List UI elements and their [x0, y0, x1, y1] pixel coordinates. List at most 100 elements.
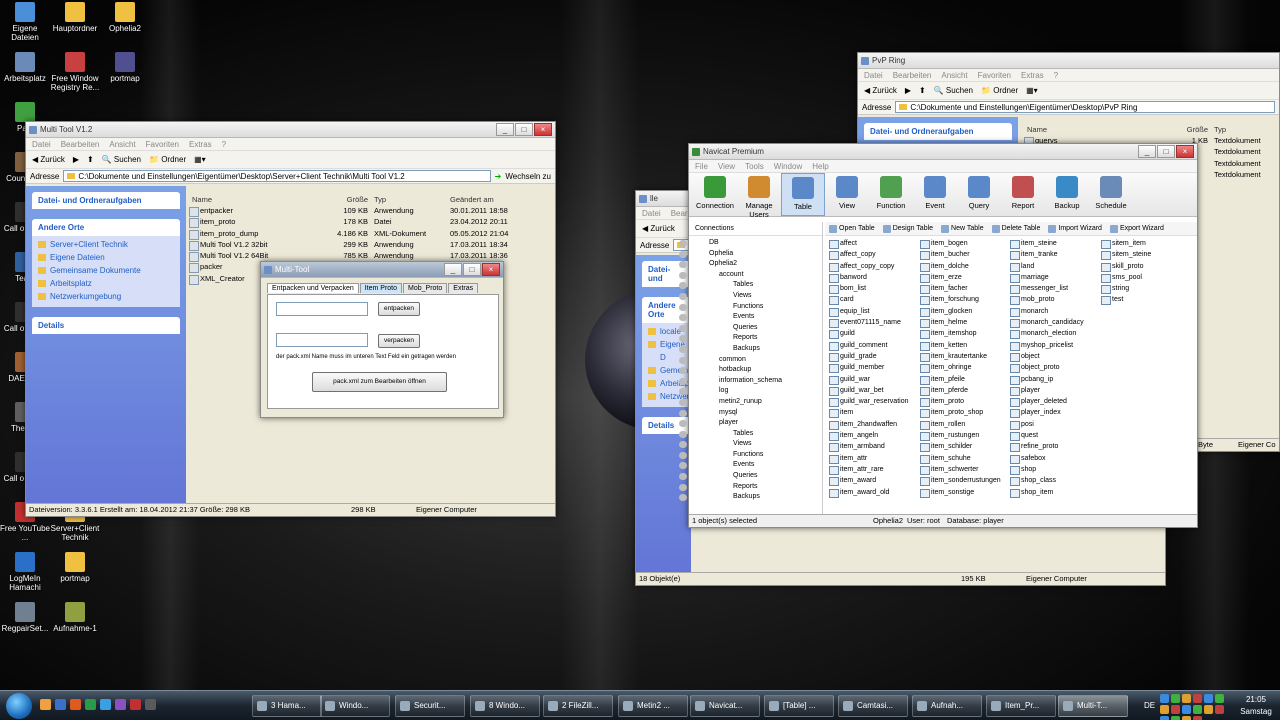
table-item[interactable]: monarch_candidacy: [1010, 317, 1084, 329]
tree-node[interactable]: Views: [679, 439, 819, 450]
navicat-window[interactable]: Navicat Premium _ □ × File View Tools Window H…: [679, 143, 1198, 528]
tree-node[interactable]: account: [679, 270, 819, 281]
table-item[interactable]: posi: [1010, 419, 1084, 431]
maximize-button[interactable]: □: [463, 263, 481, 276]
search-button[interactable]: 🔍 Suchen: [934, 86, 973, 95]
toolbar-button[interactable]: Query: [957, 173, 1001, 216]
table-item[interactable]: myshop_pricelist: [1010, 340, 1084, 351]
tray-icon[interactable]: [1160, 716, 1169, 720]
table-item[interactable]: marriage: [1010, 272, 1084, 284]
tray-icon[interactable]: [1193, 716, 1202, 720]
table-item[interactable]: string: [1101, 283, 1151, 295]
table-item[interactable]: test: [1101, 294, 1151, 306]
tray-icon[interactable]: [1182, 694, 1191, 703]
table-item[interactable]: affect_copy_copy: [829, 261, 908, 272]
maximize-button[interactable]: □: [515, 123, 533, 136]
place-link[interactable]: Gemeinsame Dokumente: [38, 264, 174, 277]
table-item[interactable]: item_ohringe: [920, 362, 1001, 374]
toolbar-button[interactable]: Manage Users: [737, 173, 781, 219]
minimize-button[interactable]: _: [496, 123, 514, 136]
desktop-icon[interactable]: LogMeIn Hamachi: [0, 552, 50, 592]
table-item[interactable]: bom_list: [829, 283, 908, 295]
menu-item[interactable]: Extras: [1021, 69, 1044, 81]
table-item[interactable]: item_armband: [829, 441, 908, 453]
table-item[interactable]: item_rustungen: [920, 430, 1001, 442]
dialog-tab[interactable]: Mob_Proto: [403, 283, 448, 293]
file-row[interactable]: Multi Tool V1.2 64Bit 785 KB Anwendung 17.0…: [188, 250, 553, 263]
menu-item[interactable]: Bearbeiten: [893, 69, 932, 81]
taskbar-button[interactable]: Item_Pr...: [986, 695, 1056, 717]
dialog-tab[interactable]: Extras: [448, 283, 479, 293]
task-pane-title[interactable]: Datei- und Ordneraufgaben: [32, 192, 180, 209]
tree-node[interactable]: Tables: [679, 280, 819, 291]
table-item[interactable]: refine_proto: [1010, 441, 1084, 453]
menu-item[interactable]: View: [718, 160, 735, 172]
col-name[interactable]: Name: [1023, 124, 1173, 135]
clock[interactable]: 21:05 Samstag: [1236, 695, 1276, 716]
tree-node[interactable]: mysql: [679, 408, 819, 419]
folders-button[interactable]: 📁 Ordner: [981, 86, 1018, 95]
language-indicator[interactable]: DE: [1144, 701, 1155, 710]
table-item[interactable]: item_schilder: [920, 441, 1001, 453]
menu-item[interactable]: Datei: [642, 207, 661, 219]
dialog-tab[interactable]: Item Proto: [359, 283, 403, 293]
taskbar-button[interactable]: 3 Hama...: [252, 695, 322, 717]
forward-button[interactable]: ▶: [73, 155, 79, 164]
file-row[interactable]: Multi Tool V1.2 32bit 299 KB Anwendung 17.0…: [188, 239, 553, 252]
tree-node[interactable]: Reports: [679, 482, 819, 493]
col-type[interactable]: Typ: [1208, 124, 1226, 135]
tray-icon[interactable]: [1160, 705, 1169, 714]
table-item[interactable]: safebox: [1010, 453, 1084, 464]
desktop-icon[interactable]: Hauptordner: [50, 2, 100, 33]
desktop-icon[interactable]: portmap: [100, 52, 150, 83]
details-title[interactable]: Details: [32, 317, 180, 334]
search-button[interactable]: 🔍 Suchen: [102, 155, 141, 164]
table-item[interactable]: guild_war_bet: [829, 385, 908, 397]
back-button[interactable]: ◀ Zurück: [864, 86, 897, 95]
table-item[interactable]: item_pferde: [920, 385, 1001, 397]
menu-item[interactable]: Favoriten: [978, 69, 1011, 81]
col-date[interactable]: Geändert am: [450, 194, 494, 205]
table-item[interactable]: item_schwerter: [920, 464, 1001, 476]
table-item[interactable]: player_index: [1010, 407, 1084, 419]
menu-item[interactable]: ?: [222, 138, 226, 150]
table-item[interactable]: item_itemshop: [920, 328, 1001, 340]
col-type[interactable]: Typ: [368, 194, 450, 205]
tree-node[interactable]: Tables: [679, 429, 819, 440]
quick-launch-icon[interactable]: [100, 699, 111, 710]
quick-launch-icon[interactable]: [115, 699, 126, 710]
tree-node[interactable]: Events: [679, 460, 819, 471]
table-item[interactable]: messenger_list: [1010, 283, 1084, 295]
tray-icon[interactable]: [1193, 705, 1202, 714]
col-size[interactable]: Größe: [1173, 124, 1208, 135]
table-item[interactable]: guild_member: [829, 362, 908, 374]
table-item[interactable]: object_proto: [1010, 362, 1084, 374]
taskbar-button[interactable]: [Table] ...: [764, 695, 834, 717]
table-item[interactable]: guild: [829, 328, 908, 340]
menu-item[interactable]: Ansicht: [941, 69, 967, 81]
table-item[interactable]: item_sonderrustungen: [920, 475, 1001, 487]
taskbar-button[interactable]: Navicat...: [690, 695, 760, 717]
table-item[interactable]: item_erze: [920, 272, 1001, 284]
table-item[interactable]: card: [829, 294, 908, 306]
col-name[interactable]: Name: [188, 194, 308, 205]
dialog-title-bar[interactable]: Multi-Tool _ □ ×: [261, 262, 503, 278]
table-item[interactable]: guild_war: [829, 374, 908, 385]
tree-node[interactable]: player: [679, 418, 819, 429]
table-item[interactable]: player_deleted: [1010, 396, 1084, 408]
toolbar-button[interactable]: Backup: [1045, 173, 1089, 216]
table-item[interactable]: banword: [829, 272, 908, 284]
go-arrow-icon[interactable]: ➔: [495, 172, 502, 181]
taskbar-button[interactable]: Securit...: [395, 695, 465, 717]
folders-button[interactable]: 📁 Ordner: [149, 155, 186, 164]
table-item[interactable]: sms_pool: [1101, 272, 1151, 284]
up-button[interactable]: ⬆: [919, 86, 926, 95]
quick-launch-icon[interactable]: [40, 699, 51, 710]
table-item[interactable]: equip_list: [829, 306, 908, 318]
table-item[interactable]: item_tranke: [1010, 249, 1084, 261]
minimize-button[interactable]: _: [444, 263, 462, 276]
desktop-icon[interactable]: Ophelia2: [100, 2, 150, 33]
quick-launch-icon[interactable]: [70, 699, 81, 710]
place-link[interactable]: Eigene Dateien: [38, 251, 174, 264]
open-pack-xml-button[interactable]: pack.xml zum Bearbeiten öffnen: [312, 372, 447, 392]
